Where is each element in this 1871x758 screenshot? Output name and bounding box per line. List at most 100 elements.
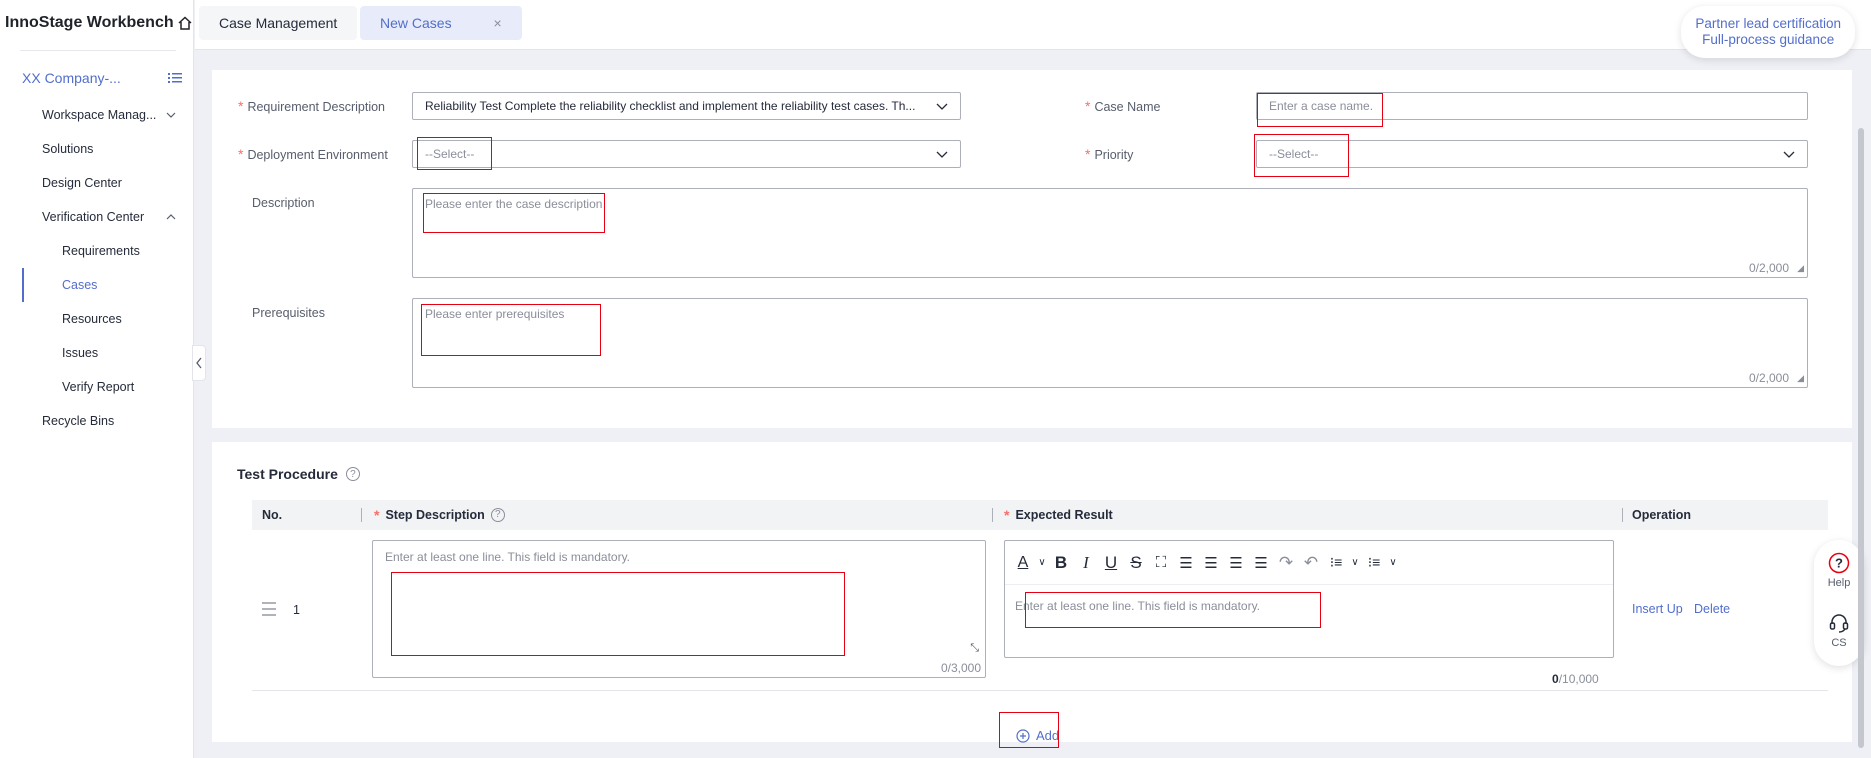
- section-title-text: Test Procedure: [237, 466, 338, 482]
- bullet-list-icon[interactable]: ⁝≡: [1326, 552, 1346, 574]
- requirement-value: Reliability Test Complete the reliabilit…: [425, 99, 916, 113]
- sidebar-item-verification-center[interactable]: Verification Center: [0, 200, 194, 234]
- company-selector[interactable]: XX Company-...: [22, 70, 182, 86]
- sidebar-item-label: Cases: [62, 278, 98, 292]
- chevron-down-icon[interactable]: ∨: [1389, 552, 1397, 574]
- priority-label: * Priority: [1085, 146, 1133, 162]
- deployment-label-text: Deployment Environment: [247, 148, 388, 162]
- prerequisites-textarea[interactable]: Please enter prerequisites 0/2,000 ◢: [412, 298, 1808, 388]
- required-mark: *: [1085, 146, 1091, 162]
- question-circle-icon: ?: [1828, 552, 1850, 574]
- bold-icon[interactable]: B: [1051, 552, 1071, 574]
- expected-result-editor[interactable]: A ∨ B I U S ⛶ ☰ ☰ ☰ ☰ ↷ ↶ ⁝≡ ∨ ⁝≡ ∨ Ente…: [1004, 540, 1614, 658]
- sidebar-item-label: Issues: [62, 346, 99, 360]
- sidebar-item-design-center[interactable]: Design Center: [0, 166, 194, 200]
- deployment-label: * Deployment Environment: [238, 146, 388, 162]
- expand-icon[interactable]: ⤡: [970, 642, 979, 655]
- tab-new-cases[interactable]: New Cases ×: [360, 6, 522, 40]
- scrollbar[interactable]: [1858, 128, 1864, 748]
- expected-counter: 0/10,000: [1552, 672, 1599, 686]
- sidebar-item-label: Recycle Bins: [42, 414, 115, 428]
- description-textarea[interactable]: Please enter the case description 0/2,00…: [412, 188, 1808, 278]
- column-divider: [992, 508, 993, 522]
- help-question-icon[interactable]: ?: [345, 467, 360, 481]
- insert-up-link[interactable]: Insert Up: [1632, 602, 1683, 616]
- sidebar-item-recycle-bins[interactable]: Recycle Bins: [0, 404, 194, 438]
- resize-handle-icon[interactable]: ◢: [1797, 373, 1804, 384]
- expected-counter-max: /10,000: [1558, 672, 1599, 686]
- underline-icon[interactable]: U: [1101, 552, 1121, 574]
- row-divider: [252, 690, 1828, 691]
- delete-link[interactable]: Delete: [1694, 602, 1730, 616]
- sidebar-item-verify-report[interactable]: Verify Report: [0, 370, 194, 404]
- column-label: Step Description: [385, 508, 485, 522]
- sidebar-item-resources[interactable]: Resources: [0, 302, 194, 336]
- strikethrough-icon[interactable]: S: [1126, 552, 1146, 574]
- sidebar-item-label: Design Center: [42, 176, 122, 190]
- home-icon[interactable]: [177, 15, 193, 31]
- expected-placeholder: Enter at least one line. This field is m…: [1015, 599, 1261, 613]
- sidebar-item-workspace[interactable]: Workspace Manag...: [0, 98, 194, 132]
- tab-label: New Cases: [380, 15, 452, 31]
- align-center-icon[interactable]: ☰: [1201, 552, 1221, 574]
- list-icon[interactable]: [168, 72, 182, 84]
- undo-icon[interactable]: ↶: [1301, 552, 1321, 574]
- description-counter: 0/2,000: [1748, 261, 1789, 275]
- requirement-select[interactable]: Reliability Test Complete the reliabilit…: [412, 92, 961, 120]
- chevron-down-icon: [166, 112, 176, 118]
- prerequisites-counter: 0/2,000: [1748, 371, 1789, 385]
- case-name-input[interactable]: Enter a case name.: [1256, 92, 1808, 120]
- row-number: 1: [293, 603, 300, 617]
- deployment-select[interactable]: --Select--: [412, 140, 961, 168]
- sidebar-item-cases[interactable]: Cases: [0, 268, 194, 302]
- sidebar-item-requirements[interactable]: Requirements: [0, 234, 194, 268]
- chevron-down-icon: [1783, 151, 1795, 158]
- svg-text:?: ?: [1835, 556, 1843, 571]
- expected-counter-count: 0: [1552, 672, 1559, 686]
- numbered-list-icon[interactable]: ⁝≡: [1364, 552, 1384, 574]
- column-no: No.: [262, 508, 283, 522]
- sidebar-item-label: Solutions: [42, 142, 94, 156]
- italic-icon[interactable]: I: [1076, 552, 1096, 574]
- align-right-icon[interactable]: ☰: [1226, 552, 1246, 574]
- brand-label: InnoStage Workbench: [5, 14, 174, 31]
- required-mark: *: [238, 146, 244, 162]
- sidebar-item-label: Workspace Manag...: [42, 108, 157, 122]
- tab-case-management[interactable]: Case Management: [199, 6, 358, 40]
- help-button[interactable]: ? Help: [1814, 552, 1864, 589]
- chevron-down-icon: [936, 151, 948, 158]
- help-label: Help: [1827, 577, 1851, 589]
- editor-toolbar: A ∨ B I U S ⛶ ☰ ☰ ☰ ☰ ↷ ↶ ⁝≡ ∨ ⁝≡ ∨: [1005, 541, 1613, 585]
- required-mark: *: [1085, 98, 1091, 114]
- chevron-down-icon: [936, 103, 948, 110]
- column-divider: [1622, 508, 1623, 522]
- resize-handle-icon[interactable]: ◢: [1797, 263, 1804, 274]
- partner-guidance-link[interactable]: Partner lead certification Full-process …: [1681, 6, 1855, 58]
- fullscreen-icon[interactable]: ⛶: [1151, 552, 1171, 574]
- redo-icon[interactable]: ↷: [1276, 552, 1296, 574]
- add-label: Add: [1036, 728, 1060, 743]
- sidebar-collapse-button[interactable]: [192, 345, 206, 381]
- step-placeholder: Enter at least one line. This field is m…: [385, 550, 631, 564]
- sidebar-item-issues[interactable]: Issues: [0, 336, 194, 370]
- requirement-label: * Requirement Description: [238, 98, 385, 114]
- column-operation: Operation: [1632, 508, 1692, 522]
- case-name-label-text: Case Name: [1094, 100, 1161, 114]
- case-name-label: * Case Name: [1085, 98, 1160, 114]
- company-name: XX Company-...: [22, 70, 121, 86]
- font-color-icon[interactable]: A: [1013, 552, 1033, 574]
- customer-service-button[interactable]: CS: [1814, 612, 1864, 649]
- chevron-down-icon[interactable]: ∨: [1351, 552, 1359, 574]
- sidebar-item-solutions[interactable]: Solutions: [0, 132, 194, 166]
- align-justify-icon[interactable]: ☰: [1251, 552, 1271, 574]
- sidebar-item-label: Resources: [62, 312, 122, 326]
- close-icon[interactable]: ×: [493, 15, 501, 31]
- add-step-button[interactable]: Add: [1016, 728, 1059, 743]
- chevron-down-icon[interactable]: ∨: [1038, 552, 1046, 574]
- help-question-icon[interactable]: ?: [490, 508, 505, 522]
- drag-handle-icon[interactable]: [262, 602, 276, 620]
- priority-select[interactable]: --Select--: [1256, 140, 1808, 168]
- align-left-icon[interactable]: ☰: [1176, 552, 1196, 574]
- case-name-placeholder: Enter a case name.: [1269, 99, 1374, 113]
- step-description-textarea[interactable]: Enter at least one line. This field is m…: [372, 540, 986, 678]
